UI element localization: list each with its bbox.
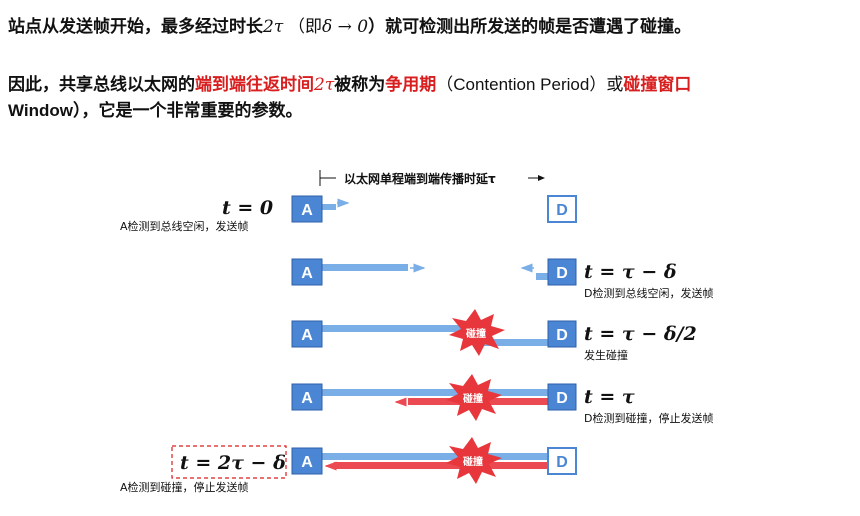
row-5: t = 2τ − δ A检测到碰撞，停止发送帧 碰撞 A D	[120, 437, 577, 494]
propagation-delay-label: 以太网单程端到端传播时延τ	[319, 170, 545, 186]
row-5-collision-burst: 碰撞	[446, 437, 502, 484]
row-3: 碰撞 A D t = τ − δ/2 发生碰撞	[291, 309, 697, 362]
row-5-caption: A检测到碰撞，停止发送帧	[120, 480, 249, 494]
row-5-a-signal	[322, 453, 548, 460]
row-4: 碰撞 A D t = τ D检测到碰撞，停止发送帧	[291, 374, 713, 425]
svg-text:D: D	[556, 454, 568, 471]
svg-text:A: A	[301, 454, 313, 471]
row-5-station-a: A	[291, 447, 323, 475]
row-5-red-signal	[334, 462, 548, 469]
row-5-collision-label: 碰撞	[463, 455, 483, 468]
row-1-station-a: A	[291, 195, 323, 223]
row-4-collision-label: 碰撞	[463, 392, 483, 405]
svg-text:D: D	[556, 390, 568, 407]
csma-collision-diagram: 以太网单程端到端传播时延τ t = 0 A检测到总线空闲，发送帧 A D A D	[120, 170, 713, 494]
row-2-a-signal	[322, 264, 408, 271]
row-1-caption: A检测到总线空闲，发送帧	[120, 219, 249, 233]
svg-text:D: D	[556, 202, 568, 219]
row-3-caption: 发生碰撞	[584, 348, 628, 362]
row-1-station-d: D	[547, 195, 577, 223]
svg-text:A: A	[301, 265, 313, 282]
row-3-a-signal	[322, 325, 474, 332]
row-4-collision-burst: 碰撞	[446, 374, 502, 421]
row-2: A D t = τ − δ D检测到总线空闲，发送帧	[291, 258, 713, 300]
svg-text:A: A	[301, 390, 313, 407]
row-4-equation: t = τ	[584, 386, 635, 408]
row-2-caption: D检测到总线空闲，发送帧	[584, 286, 713, 300]
row-3-station-a: A	[291, 320, 323, 348]
svg-text:A: A	[301, 327, 313, 344]
row-2-station-a: A	[291, 258, 323, 286]
row-1: t = 0 A检测到总线空闲，发送帧 A D	[120, 195, 577, 233]
row-3-collision-label: 碰撞	[466, 327, 486, 340]
row-2-station-d: D	[547, 258, 577, 286]
row-4-station-a: A	[291, 383, 323, 411]
row-4-station-d: D	[547, 383, 577, 411]
row-1-a-signal	[322, 204, 336, 210]
row-4-a-signal	[322, 389, 548, 396]
svg-text:A: A	[301, 202, 313, 219]
row-2-d-signal	[536, 273, 548, 280]
row-3-equation: t = τ − δ/2	[584, 323, 697, 345]
svg-text:D: D	[556, 327, 568, 344]
propagation-delay-text: 以太网单程端到端传播时延τ	[344, 171, 496, 186]
row-1-equation: t = 0	[222, 197, 273, 219]
row-2-equation: t = τ − δ	[584, 261, 677, 283]
row-5-equation: t = 2τ − δ	[180, 452, 286, 474]
row-5-station-d: D	[547, 447, 577, 475]
row-4-caption: D检测到碰撞，停止发送帧	[584, 411, 713, 425]
row-3-station-d: D	[547, 320, 577, 348]
row-3-collision-burst: 碰撞	[449, 309, 505, 356]
svg-text:D: D	[556, 265, 568, 282]
